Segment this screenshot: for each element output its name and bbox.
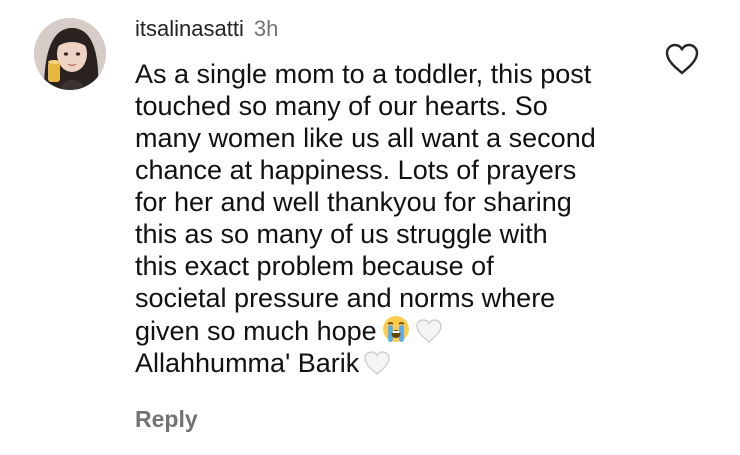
white-heart-emoji	[363, 350, 391, 376]
comment-line: many women like us all want a second	[135, 123, 596, 153]
comment-line: touched so many of our hearts. So	[135, 91, 548, 121]
comment-line: Allahhumma' Barik	[135, 348, 360, 378]
comment-text: As a single mom to a toddler, this post …	[135, 58, 655, 379]
loudly-crying-face-emoji	[381, 314, 411, 344]
heart-outline-icon	[665, 43, 699, 75]
comment-line: for her and well thankyou for sharing	[135, 187, 572, 217]
comment-header: itsalinasatti 3h	[135, 15, 278, 43]
timestamp: 3h	[253, 16, 279, 41]
white-heart-emoji	[415, 318, 443, 344]
comment-line: As a single mom to a toddler, this post	[135, 59, 592, 89]
comment-line-with-emoji: Allahhumma' Barik	[135, 347, 655, 379]
reply-button[interactable]: Reply	[135, 405, 198, 433]
comment-line: this exact problem because of	[135, 251, 494, 281]
comment-item: itsalinasatti 3h As a single mom to a tod…	[0, 0, 740, 455]
comment-line: given so much hope	[135, 316, 377, 346]
comment-line: societal pressure and norms where	[135, 283, 556, 313]
avatar[interactable]	[34, 18, 106, 90]
like-button[interactable]	[664, 42, 700, 76]
username[interactable]: itsalinasatti	[135, 16, 244, 41]
comment-line: chance at happiness. Lots of prayers	[135, 155, 577, 185]
avatar-image	[34, 18, 106, 90]
comment-line: this as so many of us struggle with	[135, 219, 548, 249]
comment-line-with-emoji: given so much hope	[135, 314, 655, 347]
